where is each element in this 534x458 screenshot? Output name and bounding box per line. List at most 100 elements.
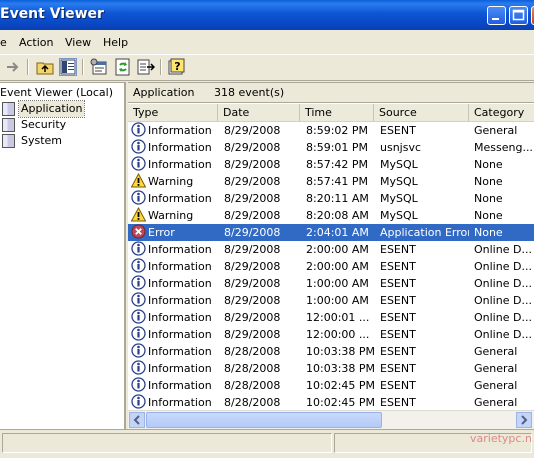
table-row[interactable]: Information 8/29/2008 1:00:00 AM ESENT Onlin… [128, 292, 534, 309]
horizontal-scrollbar[interactable] [128, 410, 534, 429]
maximize-button[interactable] [509, 6, 528, 25]
toolbar-separator [82, 59, 84, 75]
cell-source: ESENT [380, 379, 416, 392]
refresh-icon[interactable] [114, 58, 132, 76]
table-row[interactable]: Information 8/29/2008 2:00:00 AM ESENT Onlin… [128, 258, 534, 275]
tree-item-label: Application [17, 100, 86, 118]
cell-type: Warning [148, 175, 194, 188]
show-hide-tree-icon[interactable] [59, 58, 77, 76]
cell-source: ESENT [380, 396, 416, 409]
cell-source: MySQL [380, 158, 418, 171]
cell-type: Information [148, 260, 212, 273]
scroll-left-button[interactable] [129, 412, 145, 428]
svg-text:?: ? [174, 60, 180, 73]
cell-category: None [474, 158, 503, 171]
cell-date: 8/29/2008 [224, 328, 281, 341]
event-log-icon [2, 102, 15, 116]
cell-type: Error [148, 226, 175, 239]
information-icon [131, 292, 146, 307]
table-row[interactable]: Information 8/29/2008 8:20:11 AM MySQL None [128, 190, 534, 207]
cell-date: 8/28/2008 [224, 345, 281, 358]
cell-type: Information [148, 294, 212, 307]
help-icon[interactable]: ? [167, 58, 185, 76]
tree-root-label: Event Viewer (Local) [0, 86, 113, 99]
cell-time: 8:59:01 PM [306, 141, 369, 154]
cell-date: 8/29/2008 [224, 311, 281, 324]
cell-date: 8/29/2008 [224, 175, 281, 188]
cell-date: 8/29/2008 [224, 260, 281, 273]
event-log-icon [2, 134, 15, 148]
scroll-thumb[interactable] [146, 412, 382, 428]
cell-source: ESENT [380, 260, 416, 273]
table-row[interactable]: Error 8/29/2008 2:04:01 AM Application Erro… [128, 224, 534, 241]
table-row[interactable]: Information 8/29/2008 2:00:00 AM ESENT Onlin… [128, 241, 534, 258]
information-icon [131, 326, 146, 341]
table-row[interactable]: Information 8/29/2008 8:57:42 PM MySQL None [128, 156, 534, 173]
column-type[interactable]: Type [128, 104, 218, 121]
menu-view[interactable]: View [65, 36, 91, 49]
table-row[interactable]: Information 8/29/2008 12:00:00 ... ESENT Onl… [128, 326, 534, 343]
information-icon [131, 394, 146, 409]
export-list-icon[interactable] [137, 58, 156, 76]
cell-date: 8/28/2008 [224, 396, 281, 409]
column-source[interactable]: Source [374, 104, 469, 121]
cell-source: Application Error [380, 226, 469, 239]
title-bar[interactable]: Event Viewer [0, 0, 534, 30]
warning-icon [131, 207, 146, 222]
cell-time: 1:00:00 AM [306, 277, 369, 290]
cell-category: Online D... [474, 311, 532, 324]
column-time[interactable]: Time [300, 104, 374, 121]
table-row[interactable]: Warning 8/29/2008 8:20:08 AM MySQL None [128, 207, 534, 224]
information-icon [131, 275, 146, 290]
scroll-right-button[interactable] [516, 412, 532, 428]
table-row[interactable]: Information 8/29/2008 8:59:01 PM usnjsvc Mes… [128, 139, 534, 156]
tree-item-label: Security [21, 118, 67, 131]
cell-time: 1:00:00 AM [306, 294, 369, 307]
cell-type: Information [148, 328, 212, 341]
column-date[interactable]: Date [218, 104, 300, 121]
menu-file[interactable]: e [0, 36, 7, 49]
cell-date: 8/29/2008 [224, 243, 281, 256]
table-row[interactable]: Warning 8/29/2008 8:57:41 PM MySQL None [128, 173, 534, 190]
cell-category: General [474, 124, 518, 137]
information-icon [131, 241, 146, 256]
up-folder-icon[interactable] [36, 58, 54, 76]
cell-type: Warning [148, 209, 194, 222]
information-icon [131, 377, 146, 392]
cell-type: Information [148, 158, 212, 171]
cell-type: Information [148, 396, 212, 409]
cell-date: 8/28/2008 [224, 379, 281, 392]
cell-type: Information [148, 311, 212, 324]
table-row[interactable]: Information 8/28/2008 10:03:38 PM ESENT Gene… [128, 360, 534, 377]
properties-icon[interactable] [90, 58, 108, 76]
menu-help[interactable]: Help [103, 36, 128, 49]
table-row[interactable]: Information 8/28/2008 10:03:38 PM ESENT Gene… [128, 343, 534, 360]
cell-category: None [474, 192, 503, 205]
menu-action[interactable]: Action [19, 36, 53, 49]
log-name: Application [133, 86, 195, 99]
cell-time: 12:00:00 ... [306, 328, 370, 341]
table-row[interactable]: Information 8/29/2008 12:00:01 ... ESENT Onl… [128, 309, 534, 326]
toolbar: ? [0, 55, 534, 81]
toolbar-separator [27, 59, 29, 75]
table-row[interactable]: Information 8/29/2008 8:59:02 PM ESENT Gener… [128, 122, 534, 139]
forward-arrow-icon[interactable] [4, 58, 22, 76]
error-icon [131, 224, 146, 239]
cell-type: Information [148, 379, 212, 392]
information-icon [131, 343, 146, 358]
table-row[interactable]: Information 8/28/2008 10:02:45 PM ESENT Gene… [128, 394, 534, 411]
minimize-button[interactable] [487, 6, 506, 25]
toolbar-separator [160, 59, 162, 75]
information-icon [131, 190, 146, 205]
column-category[interactable]: Category [469, 104, 534, 121]
cell-date: 8/29/2008 [224, 141, 281, 154]
event-count: 318 event(s) [214, 86, 285, 99]
status-cell-main [2, 433, 332, 453]
table-row[interactable]: Information 8/28/2008 10:02:45 PM ESENT Gene… [128, 377, 534, 394]
information-icon [131, 156, 146, 171]
information-icon [131, 309, 146, 324]
status-bar [0, 429, 534, 458]
cell-time: 8:59:02 PM [306, 124, 369, 137]
table-row[interactable]: Information 8/29/2008 1:00:00 AM ESENT Onlin… [128, 275, 534, 292]
cell-category: Online D... [474, 260, 532, 273]
